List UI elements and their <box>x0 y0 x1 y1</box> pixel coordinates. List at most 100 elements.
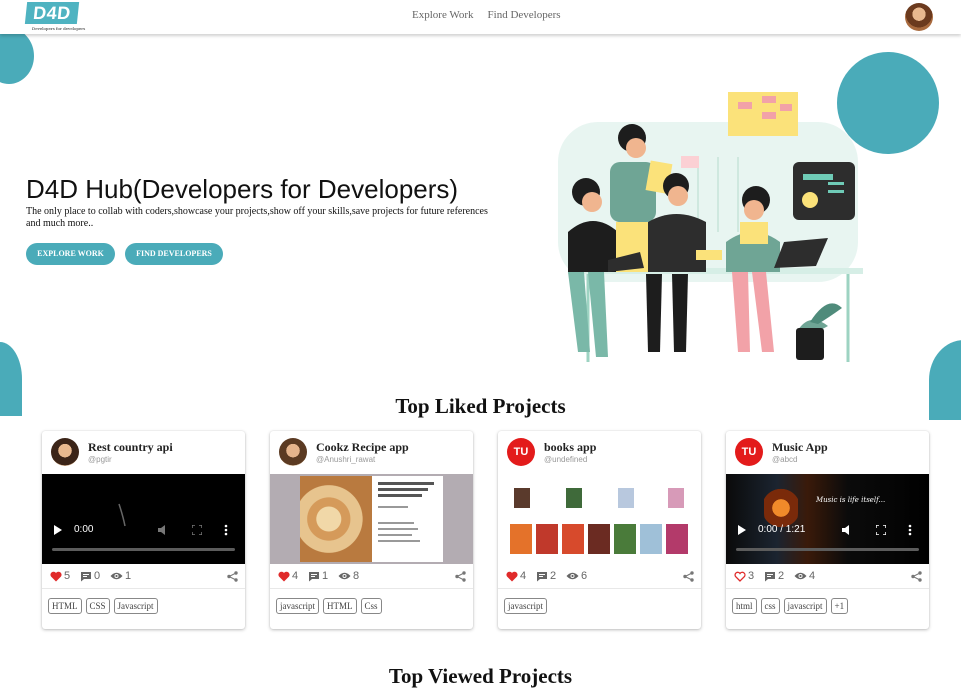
top-liked-projects-title: Top Liked Projects <box>395 394 566 418</box>
eye-icon <box>338 572 351 580</box>
d4d-logo[interactable]: D4D Developers for developers <box>24 2 86 34</box>
author-avatar-initials[interactable]: TU <box>507 438 535 466</box>
tag[interactable]: Css <box>360 598 382 614</box>
logo-tagline: Developers for developers <box>32 26 86 31</box>
project-card[interactable]: Cookz Recipe app @Anushri_rawat 4 1 8 ja… <box>270 431 473 629</box>
project-card[interactable]: Rest country api @pgtir 0:00 5 0 1 HTML … <box>42 431 245 629</box>
hero-subtitle: The only place to collab with coders,sho… <box>26 206 488 229</box>
comment-count: 2 <box>778 570 785 582</box>
tag[interactable]: css <box>760 598 780 614</box>
project-author[interactable]: @Anushri_rawat <box>316 455 375 464</box>
explore-work-button[interactable]: EXPLORE WORK <box>26 243 115 265</box>
play-icon[interactable] <box>54 525 62 535</box>
project-card[interactable]: TU books app @undefined 4 2 6 javascript <box>498 431 701 629</box>
comment-button[interactable]: 0 <box>80 570 100 582</box>
user-avatar[interactable] <box>905 3 933 31</box>
project-title[interactable]: Rest country api <box>88 440 173 455</box>
eye-icon <box>110 572 123 580</box>
comment-count: 2 <box>550 570 557 582</box>
tech-tags: HTML CSS Javascript <box>48 598 158 614</box>
comment-button[interactable]: 1 <box>308 570 328 582</box>
share-icon[interactable] <box>227 571 238 582</box>
like-count: 4 <box>292 570 299 582</box>
card-divider <box>498 588 701 589</box>
views-indicator: 1 <box>110 570 131 582</box>
decor-circle-top-left <box>0 28 34 84</box>
top-navbar: D4D Developers for developers Explore Wo… <box>0 0 961 34</box>
project-stats: 5 0 1 <box>50 570 238 584</box>
more-vertical-icon[interactable] <box>224 524 228 536</box>
video-time: 0:00 <box>74 524 94 535</box>
tag[interactable]: javascript <box>276 598 319 614</box>
views-indicator: 6 <box>566 570 587 582</box>
video-progress-bar[interactable] <box>52 548 235 551</box>
comment-count: 1 <box>322 570 329 582</box>
project-title[interactable]: books app <box>544 440 596 455</box>
find-developers-button[interactable]: FIND DEVELOPERS <box>125 243 223 265</box>
recipe-text-panel <box>372 476 443 562</box>
tag[interactable]: javascript <box>783 598 827 614</box>
project-stats: 4 1 8 <box>278 570 466 584</box>
tag[interactable]: CSS <box>85 598 110 614</box>
like-button[interactable]: 4 <box>506 570 526 582</box>
project-author[interactable]: @pgtir <box>88 455 112 464</box>
eye-icon <box>794 572 807 580</box>
like-count: 4 <box>520 570 527 582</box>
tech-tags: html css javascript +1 <box>732 598 849 614</box>
like-button[interactable]: 4 <box>278 570 298 582</box>
volume-icon[interactable] <box>158 525 170 535</box>
project-author[interactable]: @abcd <box>772 455 797 464</box>
author-avatar-initials[interactable]: TU <box>735 438 763 466</box>
video-time: 0:00 / 1:21 <box>758 524 806 535</box>
video-surface: 0:00 <box>42 474 245 564</box>
tag[interactable]: HTML <box>323 598 357 614</box>
nav-find-developers-link[interactable]: Find Developers <box>488 9 561 21</box>
project-video[interactable]: 0:00 <box>42 474 245 564</box>
card-divider <box>42 588 245 589</box>
video-controls: 0:00 / 1:21 <box>736 524 919 536</box>
project-screenshot[interactable] <box>498 474 701 564</box>
volume-icon[interactable] <box>842 525 854 535</box>
logo-text: D4D <box>24 2 80 24</box>
comment-button[interactable]: 2 <box>536 570 556 582</box>
nav-explore-work-link[interactable]: Explore Work <box>412 9 474 21</box>
more-tags-badge[interactable]: +1 <box>830 598 849 614</box>
tag[interactable]: javascript <box>504 598 547 614</box>
project-card[interactable]: TU Music App @abcd Music is life itself.… <box>726 431 929 629</box>
comment-icon <box>81 571 91 581</box>
tag[interactable]: html <box>732 598 757 614</box>
comment-icon <box>309 571 319 581</box>
like-button[interactable]: 3 <box>734 570 754 582</box>
share-icon[interactable] <box>683 571 694 582</box>
share-icon[interactable] <box>455 571 466 582</box>
project-title[interactable]: Music App <box>772 440 828 455</box>
pizza-image <box>300 476 372 562</box>
project-screenshot[interactable] <box>270 474 473 564</box>
view-count: 8 <box>353 570 360 582</box>
tag[interactable]: Javascript <box>113 598 158 614</box>
tech-tags: javascript HTML Css <box>276 598 382 614</box>
video-controls: 0:00 <box>52 524 235 536</box>
like-button[interactable]: 5 <box>50 570 70 582</box>
heart-outline-icon <box>734 571 746 582</box>
project-stats: 3 2 4 <box>734 570 922 584</box>
views-indicator: 8 <box>338 570 359 582</box>
comment-icon <box>765 571 775 581</box>
tag[interactable]: HTML <box>48 598 82 614</box>
hero-title: D4D Hub(Developers for Developers) <box>26 174 459 204</box>
project-title[interactable]: Cookz Recipe app <box>316 440 409 455</box>
share-icon[interactable] <box>911 571 922 582</box>
project-author[interactable]: @undefined <box>544 455 587 464</box>
video-progress-bar[interactable] <box>736 548 919 551</box>
team-collaboration-illustration <box>558 92 863 362</box>
project-video[interactable]: Music is life itself... 0:00 / 1:21 <box>726 474 929 564</box>
fullscreen-icon[interactable] <box>876 525 886 535</box>
play-icon[interactable] <box>738 525 746 535</box>
author-avatar[interactable] <box>279 438 307 466</box>
view-count: 6 <box>581 570 588 582</box>
author-avatar[interactable] <box>51 438 79 466</box>
comment-button[interactable]: 2 <box>764 570 784 582</box>
views-indicator: 4 <box>794 570 815 582</box>
fullscreen-icon[interactable] <box>192 525 202 535</box>
more-vertical-icon[interactable] <box>908 524 912 536</box>
